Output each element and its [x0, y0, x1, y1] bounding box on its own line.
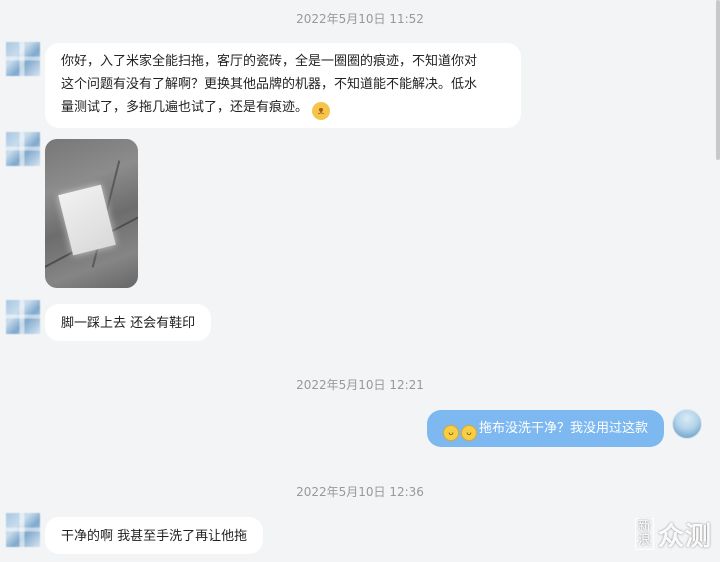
avatar[interactable] — [672, 409, 702, 439]
message-text: 这个问题有没有了解啊？更换其他品牌的机器，不知道能不能解决。低水 — [61, 77, 478, 92]
watermark-char: 浪 — [637, 533, 651, 548]
message-text: 你好，入了米家全能扫拖，客厅的瓷砖，全是一圈圈的痕迹，不知道你对 — [61, 54, 478, 69]
image-message[interactable] — [45, 139, 138, 288]
laughing-emoji-icon: ᴗ — [460, 425, 477, 441]
watermark-mark: 新 浪 — [634, 518, 654, 550]
laughing-emoji-icon: ᴗ — [442, 425, 459, 441]
message-text: 拖布没洗干净？我没用过这款 — [478, 421, 648, 436]
message-bubble[interactable]: 干净的啊 我甚至手洗了再让他拖 — [45, 517, 264, 554]
watermark-logo: 新 浪 众测 — [634, 514, 712, 554]
avatar[interactable] — [6, 132, 40, 166]
timestamp: 2022年5月10日 12:21 — [296, 378, 424, 392]
cat-emoji-icon: ᴥ — [312, 102, 331, 120]
avatar[interactable] — [6, 42, 40, 76]
watermark-char: 新 — [637, 519, 651, 534]
message-text: 脚一踩上去 还会有鞋印 — [61, 316, 196, 331]
message-bubble[interactable]: 你好，入了米家全能扫拖，客厅的瓷砖，全是一圈圈的痕迹，不知道你对 这个问题有没有… — [45, 43, 521, 128]
watermark-brand: 众测 — [657, 521, 712, 552]
timestamp: 2022年5月10日 12:36 — [296, 485, 424, 499]
message-bubble[interactable]: 脚一踩上去 还会有鞋印 — [45, 304, 212, 341]
photo-detail — [58, 184, 116, 256]
message-text: 量测试了，多拖几遍也试了，还是有痕迹。 — [61, 100, 309, 115]
timestamp: 2022年5月10日 11:52 — [296, 12, 424, 26]
message-bubble[interactable]: ᴗ ᴗ 拖布没洗干净？我没用过这款 — [426, 410, 664, 447]
avatar[interactable] — [6, 513, 40, 547]
avatar[interactable] — [6, 300, 40, 334]
message-text: 干净的啊 我甚至手洗了再让他拖 — [61, 529, 248, 544]
